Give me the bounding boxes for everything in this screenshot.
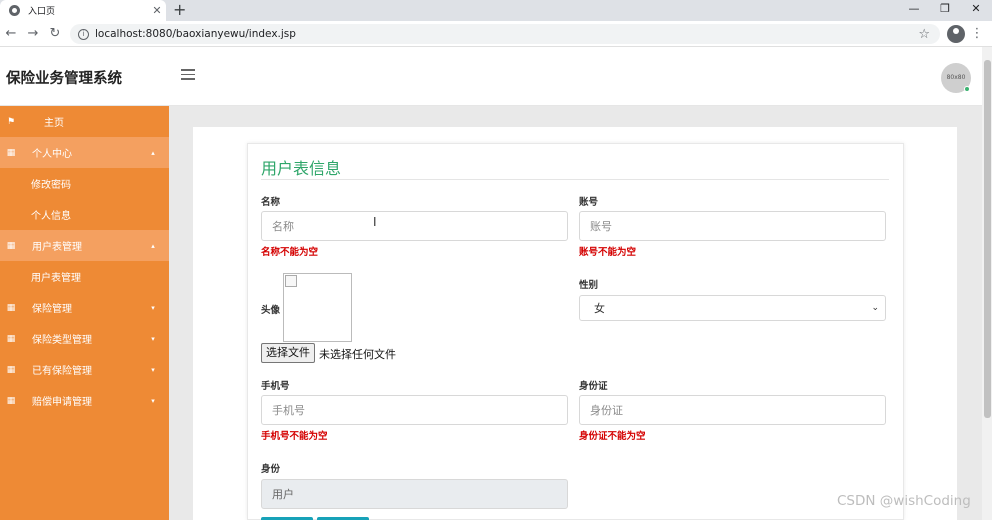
gender-label: 性别	[579, 280, 599, 291]
watermark: CSDN @wishCoding	[837, 493, 971, 509]
globe-icon	[9, 5, 20, 16]
sidebar-item-label: 主页	[44, 118, 64, 129]
tab-title: 入口页	[28, 7, 56, 17]
restore-button[interactable]: ❐	[930, 0, 960, 21]
profile-icon[interactable]	[947, 25, 965, 43]
sidebar-item-insurance-mgmt[interactable]: ▦ 保险管理 ▾	[0, 292, 169, 323]
file-status: 未选择任何文件	[319, 348, 396, 361]
address-bar[interactable]: i localhost:8080/baoxianyewu/index.jsp ☆	[70, 24, 940, 44]
grid-icon: ▦	[6, 395, 16, 406]
caret-down-icon: ▾	[151, 303, 155, 312]
name-input[interactable]	[261, 211, 568, 241]
sidebar-item-label: 用户表管理	[32, 242, 82, 253]
sidebar-item-user-table-sub[interactable]: 用户表管理	[0, 261, 169, 292]
gender-select[interactable]: 女 ⌄	[579, 295, 886, 321]
account-input[interactable]	[579, 211, 886, 241]
sidebar-item-label: 已有保险管理	[32, 366, 92, 377]
minimize-button[interactable]: —	[899, 0, 929, 21]
account-label: 账号	[579, 197, 599, 208]
idcard-error: 身份证不能为空	[579, 431, 646, 442]
form-title: 用户表信息	[261, 159, 342, 178]
chevron-down-icon: ⌄	[871, 303, 879, 313]
scrollbar-thumb[interactable]	[984, 60, 991, 418]
sidebar-item-existing-insurance-mgmt[interactable]: ▦ 已有保险管理 ▾	[0, 354, 169, 385]
sidebar-item-user-table-mgmt[interactable]: ▦ 用户表管理 ▴	[0, 230, 169, 261]
app-title: 保险业务管理系统	[6, 71, 122, 87]
sidebar-item-personal-info[interactable]: 个人信息	[0, 199, 169, 230]
browser-tab[interactable]: 入口页 ✕	[0, 0, 166, 21]
sidebar-item-change-password[interactable]: 修改密码	[0, 168, 169, 199]
phone-label: 手机号	[261, 381, 290, 392]
browser-toolbar: ← → ↻ i localhost:8080/baoxianyewu/index…	[0, 21, 992, 47]
grid-icon: ▦	[6, 302, 16, 313]
forward-icon[interactable]: →	[24, 25, 42, 43]
close-window-button[interactable]: ✕	[961, 0, 991, 21]
back-icon[interactable]: ←	[2, 25, 20, 43]
tab-close-icon[interactable]: ✕	[148, 4, 166, 17]
online-status-icon	[964, 86, 970, 92]
new-tab-button[interactable]: +	[173, 1, 186, 19]
grid-icon: ▦	[6, 333, 16, 344]
account-error: 账号不能为空	[579, 247, 637, 258]
caret-up-icon: ▴	[151, 241, 155, 250]
role-input	[261, 479, 568, 509]
idcard-input[interactable]	[579, 395, 886, 425]
caret-down-icon: ▾	[151, 334, 155, 343]
caret-up-icon: ▴	[151, 148, 155, 157]
role-label: 身份	[261, 464, 281, 475]
app-header: 保险业务管理系统 80x80	[0, 47, 982, 106]
sidebar-item-personal-center[interactable]: ▦ 个人中心 ▴	[0, 137, 169, 168]
sidebar-item-label: 个人中心	[32, 149, 72, 160]
idcard-label: 身份证	[579, 381, 608, 392]
reload-icon[interactable]: ↻	[46, 25, 64, 43]
sidebar-item-label: 修改密码	[31, 180, 71, 191]
sidebar-item-claim-mgmt[interactable]: ▦ 赔偿申请管理 ▾	[0, 385, 169, 416]
sidebar-item-label: 保险管理	[32, 304, 72, 315]
grid-icon: ▦	[6, 240, 16, 251]
menu-icon[interactable]: ⋮	[970, 25, 984, 43]
phone-input[interactable]	[261, 395, 568, 425]
star-icon[interactable]: ☆	[918, 27, 930, 42]
flag-icon: ⚑	[6, 116, 16, 127]
gender-selected: 女	[594, 302, 605, 315]
text-cursor-icon: I	[373, 215, 377, 229]
sidebar-item-insurance-type-mgmt[interactable]: ▦ 保险类型管理 ▾	[0, 323, 169, 354]
phone-error: 手机号不能为空	[261, 431, 328, 442]
sidebar-item-home[interactable]: ⚑ 主页	[0, 106, 169, 137]
divider	[261, 179, 889, 180]
hamburger-icon[interactable]	[181, 69, 195, 83]
avatar-preview	[283, 273, 352, 342]
caret-down-icon: ▾	[151, 365, 155, 374]
info-icon[interactable]: i	[78, 28, 89, 40]
avatar[interactable]: 80x80	[941, 63, 971, 93]
sidebar-item-label: 保险类型管理	[32, 335, 92, 346]
grid-icon: ▦	[6, 364, 16, 375]
name-label: 名称	[261, 197, 281, 208]
grid-icon: ▦	[6, 147, 16, 158]
name-error: 名称不能为空	[261, 247, 319, 258]
caret-down-icon: ▾	[151, 396, 155, 405]
browser-tab-strip: 入口页 ✕ + — ❐ ✕	[0, 0, 992, 21]
avatar-label: 头像	[261, 305, 281, 316]
choose-file-button[interactable]: 选择文件	[261, 343, 315, 363]
sidebar-item-label: 个人信息	[31, 211, 71, 222]
avatar-text: 80x80	[946, 74, 966, 81]
sidebar-item-label: 用户表管理	[31, 273, 81, 284]
url-text[interactable]: localhost:8080/baoxianyewu/index.jsp	[95, 28, 918, 40]
broken-image-icon	[285, 275, 297, 287]
sidebar-item-label: 赔偿申请管理	[32, 397, 92, 408]
